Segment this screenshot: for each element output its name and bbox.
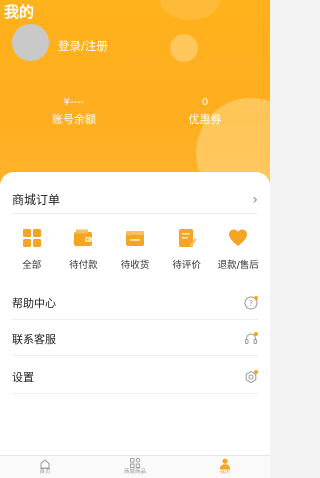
grid-icon	[22, 229, 41, 247]
order-pending-review[interactable]: 待评价	[163, 228, 211, 271]
order-refund-label: 退款/售后	[217, 260, 259, 271]
coupon-stat[interactable]: 0 优惠券	[165, 96, 245, 128]
balance-value: ¥----	[63, 97, 85, 108]
order-refund[interactable]: 退款/售后	[214, 228, 262, 271]
menu-help-label: 帮助中心	[12, 296, 56, 310]
home-icon	[40, 459, 50, 469]
order-all[interactable]: 全部	[8, 228, 56, 271]
wallet-icon	[74, 229, 93, 246]
decor-bubble	[160, 0, 220, 20]
order-pending-payment-label: 待付款	[69, 260, 98, 271]
menu-help-center[interactable]: 帮助中心 ?	[12, 286, 258, 320]
chevron-right-icon: ›	[252, 191, 258, 208]
review-icon	[178, 229, 197, 247]
coupon-value: 0	[201, 97, 209, 108]
apps-icon	[130, 458, 141, 468]
order-all-label: 全部	[22, 260, 42, 271]
user-icon	[220, 458, 230, 469]
order-pending-review-label: 待评价	[172, 260, 201, 271]
tab-mall-products[interactable]: 商城商品	[105, 458, 165, 476]
page-title: 我的	[4, 3, 35, 21]
menu-settings-label: 设置	[12, 370, 34, 384]
order-status-bar: 全部 待付款 待收货 待评价 退款/售后	[0, 228, 270, 271]
menu-contact-label: 联系客服	[12, 332, 56, 346]
menu-settings[interactable]: 设置	[12, 360, 258, 394]
profile-header: 我的 登录/注册 ¥---- 账号余额 0 优惠券	[0, 0, 270, 200]
avatar[interactable]	[12, 24, 49, 61]
balance-stat[interactable]: ¥---- 账号余额	[34, 96, 114, 128]
heart-icon	[229, 229, 248, 246]
tab-mall-products-label: 商城商品	[123, 469, 146, 475]
gear-icon	[245, 369, 258, 383]
tab-home[interactable]: 首页	[15, 458, 75, 476]
tab-mine[interactable]: 我的	[195, 458, 255, 476]
svg-text:?: ?	[249, 299, 253, 308]
decor-bubble	[170, 34, 198, 62]
package-icon	[125, 231, 144, 246]
balance-label: 账号余额	[52, 113, 96, 126]
content-panel: 商城订单 › 全部 待付款 待收货 待评价 退款/售后 帮助中心 ? 联系客服 …	[0, 172, 270, 455]
help-icon: ?	[244, 295, 258, 309]
bottom-tab-bar: 首页 商城商品 我的	[0, 455, 270, 478]
menu-contact-support[interactable]: 联系客服	[12, 322, 258, 356]
order-pending-receipt[interactable]: 待收货	[111, 228, 159, 271]
mall-orders-title: 商城订单	[12, 193, 61, 207]
tab-mine-label: 我的	[219, 469, 231, 475]
order-pending-payment[interactable]: 待付款	[59, 228, 107, 271]
login-register-link[interactable]: 登录/注册	[58, 38, 108, 54]
order-pending-receipt-label: 待收货	[120, 260, 150, 271]
headset-icon	[245, 331, 258, 344]
mall-orders-row[interactable]: 商城订单 ›	[12, 186, 258, 214]
tab-home-label: 首页	[39, 469, 51, 475]
coupon-label: 优惠券	[188, 113, 222, 126]
